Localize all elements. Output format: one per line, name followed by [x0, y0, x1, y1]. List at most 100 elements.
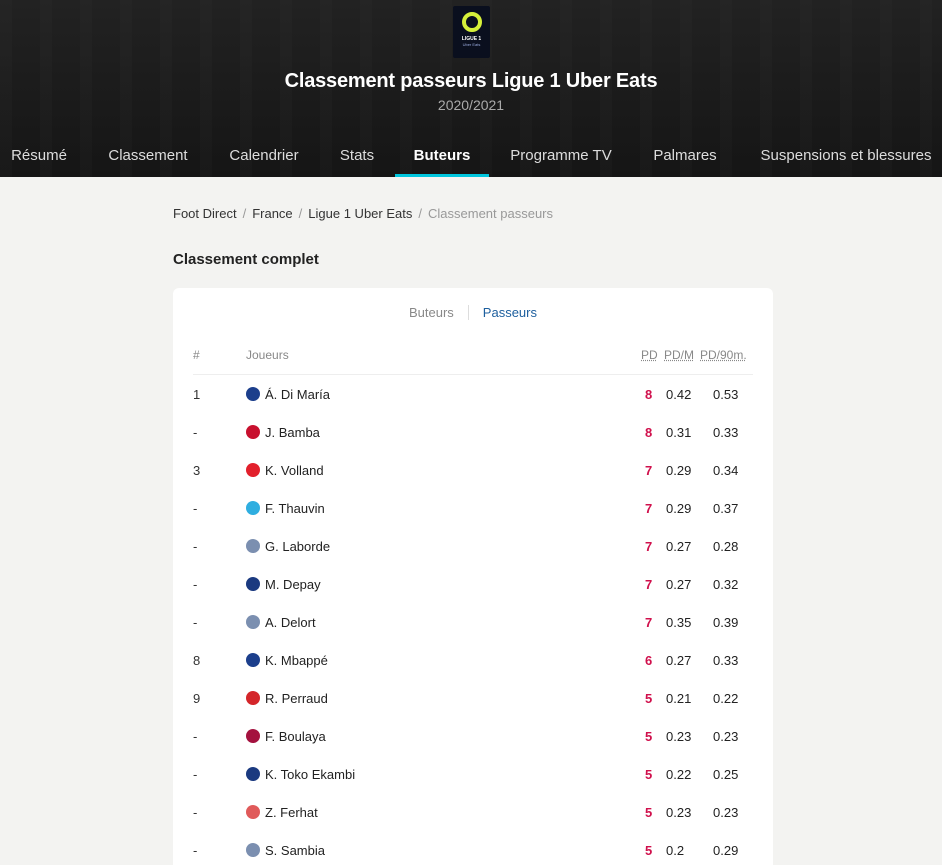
row-pd: 8 [645, 425, 653, 440]
toggle-buteurs[interactable]: Buteurs [395, 305, 469, 320]
table-row: 9 R. Perraud 5 0.21 0.22 [193, 679, 753, 717]
row-pdm: 0.2 [666, 843, 685, 858]
page-title: Classement passeurs Ligue 1 Uber Eats [284, 70, 658, 92]
player-name-link[interactable]: K. Toko Ekambi [265, 767, 355, 782]
row-rank: - [193, 729, 198, 744]
row-rank: - [193, 767, 198, 782]
row-pd: 5 [645, 691, 653, 706]
row-pdm: 0.29 [666, 501, 692, 516]
tab-programme-tv[interactable]: Programme TV [506, 134, 616, 177]
table-row: - F. Thauvin 7 0.29 0.37 [193, 489, 753, 527]
club-crest-icon[interactable] [246, 387, 260, 401]
player-name-link[interactable]: K. Volland [265, 463, 324, 478]
row-pdm: 0.21 [666, 691, 692, 706]
tab-resume[interactable]: Résumé [11, 134, 67, 177]
row-pd90: 0.32 [713, 577, 739, 592]
player-name-link[interactable]: Á. Di María [265, 387, 330, 402]
breadcrumb-ligue1[interactable]: Ligue 1 Uber Eats [308, 206, 412, 221]
row-pd90: 0.53 [713, 387, 739, 402]
row-pd90: 0.23 [713, 729, 739, 744]
table-row: - A. Delort 7 0.35 0.39 [193, 603, 753, 641]
club-crest-icon[interactable] [246, 425, 260, 439]
table-row: 8 K. Mbappé 6 0.27 0.33 [193, 641, 753, 679]
player-name-link[interactable]: Z. Ferhat [265, 805, 318, 820]
header-player: Joueurs [246, 348, 289, 362]
club-crest-icon[interactable] [246, 539, 260, 553]
table-row: - Z. Ferhat 5 0.23 0.23 [193, 793, 753, 831]
club-crest-icon[interactable] [246, 843, 260, 857]
table-row: - K. Toko Ekambi 5 0.22 0.25 [193, 755, 753, 793]
player-name-link[interactable]: G. Laborde [265, 539, 330, 554]
league-nav: Résumé Classement Calendrier Stats Buteu… [0, 134, 942, 177]
player-name-link[interactable]: K. Mbappé [265, 653, 328, 668]
tab-palmares[interactable]: Palmares [650, 134, 720, 177]
breadcrumb-separator: / [298, 206, 303, 221]
header-rank: # [193, 348, 200, 362]
player-name-link[interactable]: R. Perraud [265, 691, 328, 706]
tab-buteurs[interactable]: Buteurs [395, 134, 489, 177]
breadcrumb-france[interactable]: France [252, 206, 292, 221]
row-pd: 8 [645, 387, 653, 402]
table-row: - F. Boulaya 5 0.23 0.23 [193, 717, 753, 755]
tab-suspensions-blessures[interactable]: Suspensions et blessures [754, 134, 938, 177]
row-rank: - [193, 843, 198, 858]
row-pd90: 0.23 [713, 805, 739, 820]
tab-stats[interactable]: Stats [336, 134, 378, 177]
row-pd90: 0.39 [713, 615, 739, 630]
row-rank: - [193, 425, 198, 440]
club-crest-icon[interactable] [246, 501, 260, 515]
row-pdm: 0.27 [666, 539, 692, 554]
header-pd90[interactable]: PD/90m. [700, 348, 747, 362]
ligue1-logo[interactable]: LIGUE 1 Uber Eats [453, 6, 490, 58]
tab-classement[interactable]: Classement [104, 134, 192, 177]
club-crest-icon[interactable] [246, 729, 260, 743]
breadcrumb-separator: / [418, 206, 422, 221]
table-row: - S. Sambia 5 0.2 0.29 [193, 831, 753, 865]
row-pd: 5 [645, 805, 653, 820]
table-row: 3 K. Volland 7 0.29 0.34 [193, 451, 753, 489]
row-pdm: 0.23 [666, 729, 692, 744]
row-pd90: 0.33 [713, 653, 739, 668]
row-rank: - [193, 577, 198, 592]
player-name-link[interactable]: A. Delort [265, 615, 316, 630]
row-pd90: 0.28 [713, 539, 739, 554]
club-crest-icon[interactable] [246, 615, 260, 629]
row-pdm: 0.35 [666, 615, 692, 630]
row-rank: - [193, 805, 198, 820]
table-row: 1 Á. Di María 8 0.42 0.53 [193, 375, 753, 413]
row-pd90: 0.33 [713, 425, 739, 440]
row-rank: 3 [193, 463, 201, 478]
ranking-toggle: Buteurs Passeurs [173, 305, 773, 320]
player-name-link[interactable]: J. Bamba [265, 425, 320, 440]
row-pd: 6 [645, 653, 653, 668]
logo-subtext: Uber Eats [462, 42, 481, 47]
toggle-passeurs[interactable]: Passeurs [469, 305, 551, 320]
player-name-link[interactable]: F. Boulaya [265, 729, 326, 744]
season-label: 2020/2021 [437, 97, 505, 113]
row-pdm: 0.27 [666, 653, 692, 668]
row-pd: 7 [645, 463, 653, 478]
breadcrumb-foot-direct[interactable]: Foot Direct [173, 206, 237, 221]
player-name-link[interactable]: S. Sambia [265, 843, 325, 858]
header: LIGUE 1 Uber Eats Classement passeurs Li… [0, 0, 942, 177]
ligue1-logo-icon [461, 12, 482, 32]
row-pd: 7 [645, 577, 653, 592]
row-pdm: 0.22 [666, 767, 692, 782]
club-crest-icon[interactable] [246, 805, 260, 819]
club-crest-icon[interactable] [246, 691, 260, 705]
club-crest-icon[interactable] [246, 463, 260, 477]
row-rank: - [193, 615, 198, 630]
club-crest-icon[interactable] [246, 767, 260, 781]
player-name-link[interactable]: F. Thauvin [265, 501, 325, 516]
header-pd[interactable]: PD [641, 348, 658, 362]
row-rank: - [193, 539, 198, 554]
club-crest-icon[interactable] [246, 577, 260, 591]
row-pdm: 0.31 [666, 425, 692, 440]
club-crest-icon[interactable] [246, 653, 260, 667]
tab-calendrier[interactable]: Calendrier [226, 134, 302, 177]
header-pdm[interactable]: PD/M [664, 348, 694, 362]
player-name-link[interactable]: M. Depay [265, 577, 321, 592]
row-pd: 7 [645, 615, 653, 630]
breadcrumb-current: Classement passeurs [428, 206, 553, 221]
row-pd90: 0.29 [713, 843, 739, 858]
